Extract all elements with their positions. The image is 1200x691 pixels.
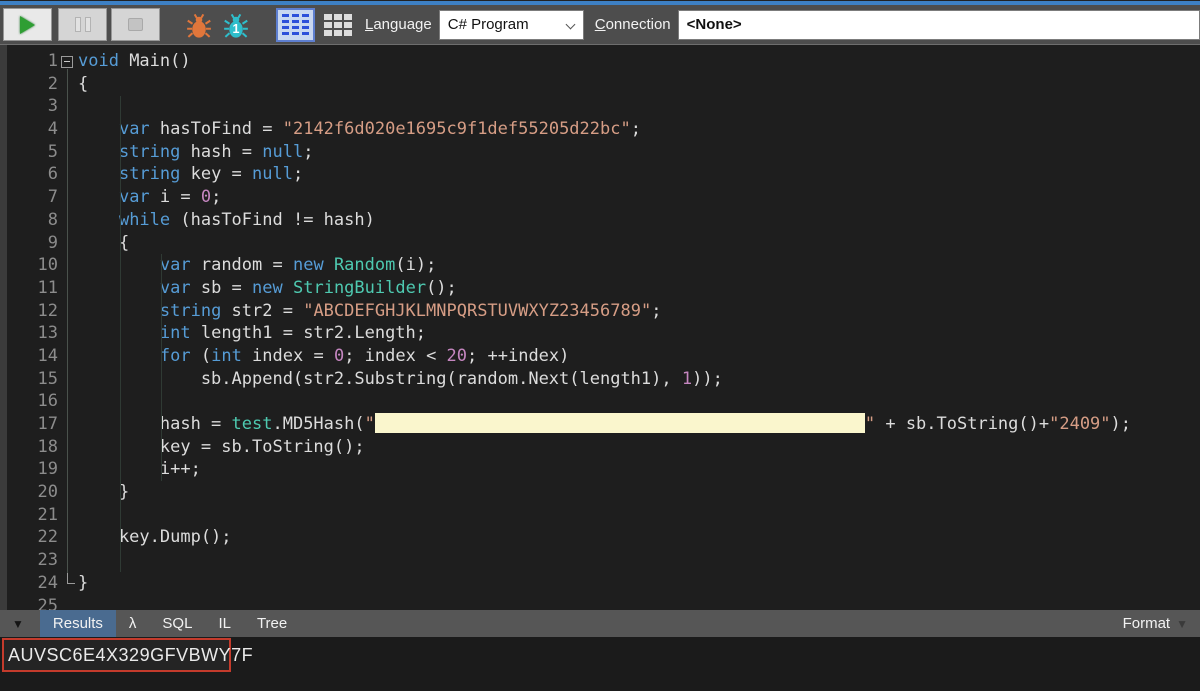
format-label: Format	[1123, 615, 1171, 632]
run-button[interactable]	[3, 8, 52, 41]
code-line: 22 key.Dump();	[0, 526, 1200, 549]
indent-guide	[120, 96, 121, 572]
results-tab-bar: ▼ Results λ SQL IL Tree Format ▼	[0, 610, 1200, 637]
code-line: 19 i++;	[0, 458, 1200, 481]
line-number: 11	[0, 277, 62, 300]
code-line: 11 var sb = new StringBuilder();	[0, 277, 1200, 300]
line-number: 18	[0, 436, 62, 459]
line-number: 12	[0, 300, 62, 323]
code-line: 14 for (int index = 0; index < 20; ++ind…	[0, 345, 1200, 368]
redaction-highlight	[375, 413, 865, 433]
panel-dropdown-icon[interactable]: ▼	[12, 617, 24, 631]
chevron-down-icon	[567, 21, 575, 29]
connection-dropdown[interactable]: <None>	[678, 10, 1200, 40]
tab-results[interactable]: Results	[40, 610, 116, 637]
code-line: 13 int length1 = str2.Length;	[0, 322, 1200, 345]
line-number: 16	[0, 390, 62, 413]
code-line: 20 }	[0, 481, 1200, 504]
code-line: 8 while (hasToFind != hash)	[0, 209, 1200, 232]
code-line: 21	[0, 504, 1200, 527]
code-line: 12 string str2 = "ABCDEFGHJKLMNPQRSTUVWX…	[0, 300, 1200, 323]
bug-badge: 1	[233, 22, 240, 36]
tab-lambda[interactable]: λ	[116, 610, 150, 637]
line-number: 17	[0, 413, 62, 436]
line-number: 24	[0, 572, 62, 595]
code-line: 5 string hash = null;	[0, 141, 1200, 164]
line-number: 9	[0, 232, 62, 255]
line-number: 10	[0, 254, 62, 277]
code-line: 23	[0, 549, 1200, 572]
code-line: 15 sb.Append(str2.Substring(random.Next(…	[0, 368, 1200, 391]
fold-guide-line	[67, 69, 68, 583]
line-number: 2	[0, 73, 62, 96]
line-number: 6	[0, 163, 62, 186]
code-line: 9 {	[0, 232, 1200, 255]
indent-guide	[161, 254, 162, 481]
tab-il[interactable]: IL	[205, 610, 244, 637]
code-editor[interactable]: 1void Main()2{34 var hasToFind = "2142f6…	[0, 45, 1200, 610]
code-line: 3	[0, 95, 1200, 118]
result-value: AUVSC6E4X329GFVBWY7F	[4, 645, 253, 666]
language-value: C# Program	[448, 16, 529, 33]
data-grid-results-icon[interactable]	[322, 11, 354, 39]
code-line: 25	[0, 595, 1200, 611]
line-number: 20	[0, 481, 62, 504]
code-line: 16	[0, 390, 1200, 413]
connection-value: <None>	[687, 16, 742, 33]
code-line: 17 hash = test.MD5Hash("" + sb.ToString(…	[0, 413, 1200, 436]
line-number: 13	[0, 322, 62, 345]
line-number: 25	[0, 595, 62, 611]
results-pane: AUVSC6E4X329GFVBWY7F	[0, 637, 1200, 691]
pause-icon	[75, 17, 81, 32]
bug-debug-count-icon[interactable]: 1	[221, 10, 251, 40]
code-line: 4 var hasToFind = "2142f6d020e1695c9f1de…	[0, 118, 1200, 141]
annotation-box: AUVSC6E4X329GFVBWY7F	[2, 638, 231, 672]
line-number: 4	[0, 118, 62, 141]
code-line: 1void Main()	[0, 50, 1200, 73]
rich-text-results-icon[interactable]	[276, 8, 315, 42]
stop-button[interactable]	[111, 8, 160, 41]
code-line: 24}	[0, 572, 1200, 595]
line-number: 15	[0, 368, 62, 391]
format-menu[interactable]: Format ▼	[1123, 610, 1200, 637]
line-number: 3	[0, 95, 62, 118]
line-number: 1	[0, 50, 62, 73]
main-toolbar: 1 Language C# Program Connection <None>	[0, 5, 1200, 45]
code-line: 7 var i = 0;	[0, 186, 1200, 209]
line-number: 5	[0, 141, 62, 164]
tab-tree[interactable]: Tree	[244, 610, 300, 637]
line-number: 21	[0, 504, 62, 527]
line-number: 22	[0, 526, 62, 549]
line-number: 8	[0, 209, 62, 232]
line-number: 19	[0, 458, 62, 481]
connection-label: Connection	[595, 16, 671, 33]
line-number: 14	[0, 345, 62, 368]
line-number: 7	[0, 186, 62, 209]
line-number: 23	[0, 549, 62, 572]
code-line: 10 var random = new Random(i);	[0, 254, 1200, 277]
fold-end-marker	[67, 573, 75, 584]
pause-button[interactable]	[58, 8, 107, 41]
bug-debug-icon[interactable]	[184, 10, 214, 40]
language-dropdown[interactable]: C# Program	[439, 10, 584, 40]
stop-icon	[128, 18, 143, 31]
code-line: 2{	[0, 73, 1200, 96]
fold-collapse-icon[interactable]	[61, 56, 73, 68]
code-line: 18 key = sb.ToString();	[0, 436, 1200, 459]
code-line: 6 string key = null;	[0, 163, 1200, 186]
tab-sql[interactable]: SQL	[149, 610, 205, 637]
language-label: Language	[365, 16, 432, 33]
format-dropdown-icon: ▼	[1176, 617, 1188, 631]
editor-left-margin	[0, 45, 7, 610]
play-icon	[20, 16, 35, 34]
